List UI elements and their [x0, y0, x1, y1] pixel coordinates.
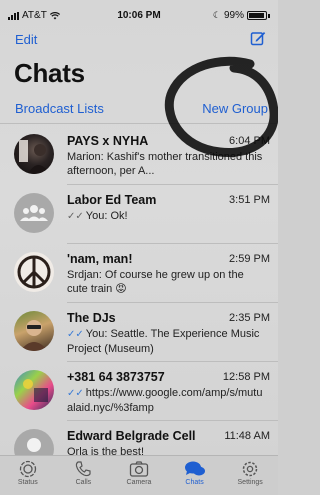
page-title: Chats: [14, 58, 85, 88]
status-icon: [19, 460, 36, 478]
peace-sign-avatar: [14, 252, 54, 292]
chat-row-381-64-3873757[interactable]: +381 64 3873757 12:58 PM ✓✓ https://www.g…: [0, 362, 278, 421]
new-group-link[interactable]: New Group: [202, 101, 268, 116]
status-bar: AT&T 10:06 PM ☾ 99%: [0, 0, 278, 22]
edit-button[interactable]: Edit: [15, 32, 37, 47]
chat-name: Edward Belgrade Cell: [67, 429, 196, 443]
chat-name: PAYS x NYHA: [67, 134, 149, 148]
chat-row-the-djs[interactable]: The DJs 2:35 PM ✓✓ You: Seattle. The Expe…: [0, 303, 278, 362]
tab-status[interactable]: Status: [3, 456, 53, 486]
avatar: [14, 370, 54, 410]
tab-bar: Status Calls Camera Chats Settings: [0, 455, 278, 495]
chat-name: +381 64 3873757: [67, 370, 165, 384]
links-row: Broadcast Lists New Group: [0, 96, 278, 124]
chat-name: Labor Ed Team: [67, 193, 157, 207]
chats-icon: [184, 461, 205, 476]
delivered-ticks-icon: ✓✓: [67, 211, 84, 222]
chat-row-labor-ed-team[interactable]: Labor Ed Team 3:51 PM ✓✓ You: Ok!: [0, 185, 278, 244]
tab-chats[interactable]: Chats: [170, 456, 220, 486]
read-ticks-icon: ✓✓: [67, 388, 84, 399]
chat-row-nam-man[interactable]: 'nam, man! 2:59 PM Srdjan: Of course he …: [0, 244, 278, 303]
chat-preview: Srdjan: Of course he grew up on the cute…: [67, 269, 244, 295]
chat-time: 2:59 PM: [229, 253, 270, 265]
read-ticks-icon: ✓✓: [67, 329, 84, 340]
tab-settings[interactable]: Settings: [225, 456, 275, 486]
battery-status: ☾ 99%: [213, 10, 270, 21]
chat-time: 3:51 PM: [229, 194, 270, 206]
chat-time: 11:48 AM: [224, 430, 270, 442]
avatar: [14, 134, 54, 174]
tab-calls[interactable]: Calls: [58, 456, 108, 486]
whatsapp-chats-screen: AT&T 10:06 PM ☾ 99% Edit Chats Broadcast…: [0, 0, 278, 495]
chat-list: PAYS x NYHA 6:04 PM Marion: Kashif's mot…: [0, 126, 278, 480]
chat-name: The DJs: [67, 311, 116, 325]
chat-preview: Marion: Kashif's mother transitioned thi…: [67, 151, 263, 177]
tab-camera[interactable]: Camera: [114, 456, 164, 486]
group-avatar-icon: [14, 193, 54, 233]
moon-icon: ☾: [212, 10, 221, 20]
avatar: [14, 311, 54, 351]
compose-icon[interactable]: [250, 30, 266, 46]
chat-preview: ✓✓ You: Ok!: [67, 210, 128, 222]
chat-preview: ✓✓ You: Seattle. The Experience Music Pro…: [67, 328, 260, 355]
chat-name: 'nam, man!: [67, 252, 133, 266]
chat-time: 2:35 PM: [229, 312, 270, 324]
chat-preview: ✓✓ https://www.google.com/amp/s/mutualaid…: [67, 387, 263, 414]
gear-icon: [242, 461, 258, 477]
phone-icon: [76, 461, 91, 477]
chat-time: 6:04 PM: [229, 135, 270, 147]
broadcast-lists-link[interactable]: Broadcast Lists: [15, 101, 104, 116]
camera-icon: [129, 461, 149, 477]
battery-icon: [247, 11, 267, 20]
battery-percent: 99%: [223, 10, 244, 21]
chat-time: 12:58 PM: [222, 371, 270, 383]
chat-row-pays-x-nyha[interactable]: PAYS x NYHA 6:04 PM Marion: Kashif's mot…: [0, 126, 278, 185]
